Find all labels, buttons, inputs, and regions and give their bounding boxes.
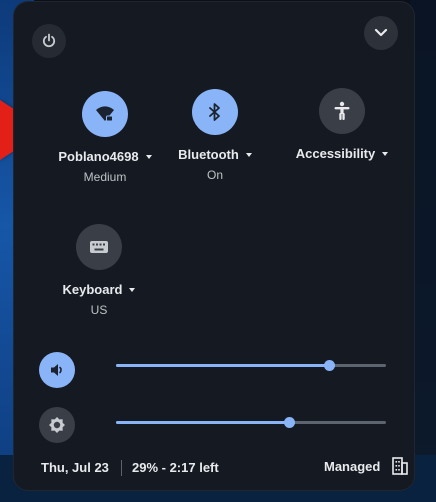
managed-label[interactable]: Managed (324, 459, 380, 474)
bluetooth-status: On (206, 168, 223, 182)
brightness-button[interactable] (39, 407, 75, 443)
caret-down-icon (382, 151, 389, 156)
power-icon (42, 33, 56, 48)
bluetooth-label-button[interactable]: Bluetooth (178, 147, 252, 162)
caret-down-icon (129, 287, 136, 292)
quick-settings-panel: Poblano4698 Medium Bluetooth On Accessib… (14, 2, 414, 490)
bluetooth-toggle-button[interactable] (192, 89, 238, 135)
volume-slider[interactable] (116, 359, 386, 373)
volume-icon (51, 364, 62, 376)
wifi-icon (96, 106, 114, 122)
caret-down-icon (245, 152, 252, 157)
accessibility-toggle-button[interactable] (319, 88, 365, 134)
volume-slider-fill (116, 364, 330, 367)
bluetooth-icon (209, 103, 220, 121)
date-button[interactable]: Thu, Jul 23 (41, 460, 109, 475)
accessibility-feature: Accessibility (282, 88, 402, 161)
accessibility-label-button[interactable]: Accessibility (296, 146, 389, 161)
battery-status-button[interactable]: 29% - 2:17 left (132, 460, 219, 475)
caret-down-icon (145, 154, 152, 159)
network-feature: Poblano4698 Medium (45, 91, 165, 184)
network-strength: Medium (83, 170, 127, 184)
accessibility-icon (334, 101, 350, 120)
bluetooth-name: Bluetooth (178, 147, 239, 162)
chevron-down-icon (374, 28, 388, 37)
keyboard-toggle-button[interactable] (76, 224, 122, 270)
network-toggle-button[interactable] (82, 91, 128, 137)
collapse-button[interactable] (364, 16, 398, 50)
volume-slider-thumb[interactable] (324, 360, 336, 371)
keyboard-name: Keyboard (62, 282, 123, 297)
keyboard-layout: US (90, 303, 108, 317)
brightness-slider-fill (116, 421, 289, 424)
building-icon[interactable] (392, 457, 408, 475)
keyboard-icon (90, 241, 108, 253)
brightness-slider[interactable] (116, 416, 386, 430)
network-label-button[interactable]: Poblano4698 (58, 149, 152, 164)
brightness-slider-thumb[interactable] (283, 417, 295, 428)
brightness-icon (49, 417, 65, 433)
keyboard-label-button[interactable]: Keyboard (63, 282, 136, 297)
keyboard-feature: Keyboard US (39, 224, 159, 317)
bluetooth-feature: Bluetooth On (155, 89, 275, 182)
network-name: Poblano4698 (58, 149, 139, 164)
footer-divider (121, 460, 122, 476)
power-button[interactable] (32, 24, 66, 58)
accessibility-name: Accessibility (295, 146, 376, 161)
mute-toggle-button[interactable] (39, 352, 75, 388)
